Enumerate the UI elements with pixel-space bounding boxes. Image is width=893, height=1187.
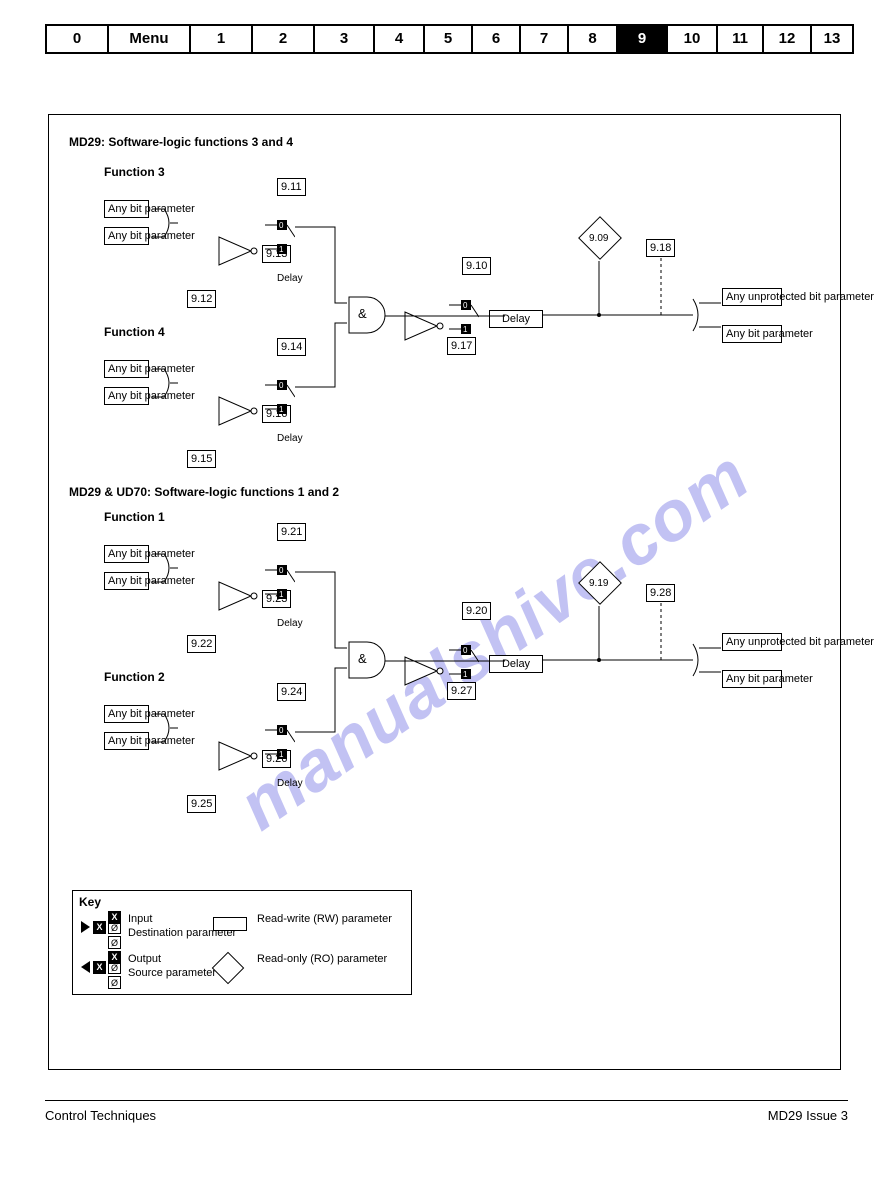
svg-text:0: 0 bbox=[279, 726, 284, 735]
footer-right: MD29 Issue 3 bbox=[768, 1108, 848, 1123]
f4-src: 9.15 bbox=[187, 450, 216, 468]
o12-out-arc-icon bbox=[543, 600, 723, 690]
wire-and12-out bbox=[385, 658, 505, 664]
tab-0[interactable]: 0 bbox=[47, 26, 109, 52]
o12-anyun: Any unprotected bit parameter bbox=[722, 633, 782, 651]
svg-text:1: 1 bbox=[463, 670, 468, 679]
f3-title: Function 3 bbox=[104, 165, 165, 179]
f1-title: Function 1 bbox=[104, 510, 165, 524]
legend-title: Key bbox=[79, 895, 101, 909]
f3-src: 9.12 bbox=[187, 290, 216, 308]
f2-any1: Any bit parameter bbox=[104, 705, 149, 723]
legend: Key X Ø Input Destination parameter X Ø … bbox=[72, 890, 412, 995]
f2-inverter-icon bbox=[217, 740, 259, 774]
wires-34 bbox=[295, 223, 355, 401]
legend-output-arrow-icon bbox=[81, 961, 90, 973]
legend-input-arrow-icon bbox=[81, 921, 90, 933]
diagram-panel: manualshive.com MD29: Software-logic fun… bbox=[48, 114, 841, 1070]
f4-arc-icon bbox=[152, 363, 178, 409]
tab-2[interactable]: 2 bbox=[253, 26, 315, 52]
legend-output-x2-icon: X bbox=[108, 951, 121, 964]
o12-delay: 9.20 bbox=[462, 602, 491, 620]
f4-title: Function 4 bbox=[104, 325, 165, 339]
o34-delay: 9.10 bbox=[462, 257, 491, 275]
wire-and34-out bbox=[385, 313, 505, 319]
svg-text:&: & bbox=[358, 651, 367, 666]
o34-anyun: Any unprotected bit parameter bbox=[722, 288, 782, 306]
legend-input-label: Input bbox=[128, 913, 152, 925]
f3-inverter-icon bbox=[217, 235, 259, 269]
tab-8[interactable]: 8 bbox=[569, 26, 618, 52]
f1-src: 9.22 bbox=[187, 635, 216, 653]
o34-ro: 9.09 bbox=[589, 233, 608, 244]
svg-text:0: 0 bbox=[279, 221, 284, 230]
footer-left: Control Techniques bbox=[45, 1108, 156, 1123]
f2-any2: Any bit parameter bbox=[104, 732, 149, 750]
o34-any: Any bit parameter bbox=[722, 325, 782, 343]
legend-output-src: Source parameter bbox=[128, 967, 216, 979]
f1-any1: Any bit parameter bbox=[104, 545, 149, 563]
svg-text:1: 1 bbox=[279, 750, 284, 759]
tab-menu[interactable]: Menu bbox=[109, 26, 191, 52]
f3-arc-icon bbox=[152, 203, 178, 249]
f1-arc-icon bbox=[152, 548, 178, 594]
legend-input-o2-icon: Ø bbox=[108, 936, 121, 949]
svg-text:0: 0 bbox=[463, 301, 468, 310]
heading-b: MD29 & UD70: Software-logic functions 1 … bbox=[69, 485, 339, 499]
legend-rw-label: Read-write (RW) parameter bbox=[257, 913, 407, 925]
f4-any1: Any bit parameter bbox=[104, 360, 149, 378]
legend-output-label: Output bbox=[128, 953, 161, 965]
f2-delay-label: Delay bbox=[277, 778, 303, 789]
footer-rule bbox=[45, 1100, 848, 1101]
svg-text:1: 1 bbox=[279, 590, 284, 599]
o34-out-arc-icon bbox=[543, 255, 723, 345]
tab-3[interactable]: 3 bbox=[315, 26, 375, 52]
legend-rw-symbol bbox=[213, 917, 247, 931]
tab-1[interactable]: 1 bbox=[191, 26, 253, 52]
f3-any2: Any bit parameter bbox=[104, 227, 149, 245]
tab-13[interactable]: 13 bbox=[812, 26, 852, 52]
svg-text:0: 0 bbox=[279, 381, 284, 390]
f2-src: 9.25 bbox=[187, 795, 216, 813]
legend-ro-symbol-icon bbox=[211, 951, 245, 985]
wires-12 bbox=[295, 568, 355, 746]
tab-9-active[interactable]: 9 bbox=[618, 26, 668, 52]
tab-11[interactable]: 11 bbox=[718, 26, 764, 52]
f2-arc-icon bbox=[152, 708, 178, 754]
f1-delay: 9.21 bbox=[277, 523, 306, 541]
f1-switch-icon: 0 1 bbox=[265, 558, 295, 606]
o12-ro: 9.19 bbox=[589, 578, 608, 589]
f2-title: Function 2 bbox=[104, 670, 165, 684]
f1-any2: Any bit parameter bbox=[104, 572, 149, 590]
legend-input-x2-icon: X bbox=[108, 911, 121, 924]
heading-a: MD29: Software-logic functions 3 and 4 bbox=[69, 135, 293, 149]
legend-output-x-icon: X bbox=[93, 961, 106, 974]
legend-output-o2-icon: Ø bbox=[108, 976, 121, 989]
tab-10[interactable]: 10 bbox=[668, 26, 718, 52]
f3-delay: 9.11 bbox=[277, 178, 306, 196]
svg-text:0: 0 bbox=[463, 646, 468, 655]
svg-text:&: & bbox=[358, 306, 367, 321]
tab-7[interactable]: 7 bbox=[521, 26, 569, 52]
f4-switch-icon: 0 1 bbox=[265, 373, 295, 421]
tab-5[interactable]: 5 bbox=[425, 26, 473, 52]
f2-switch-icon: 0 1 bbox=[265, 718, 295, 766]
f4-inverter-icon bbox=[217, 395, 259, 429]
svg-text:1: 1 bbox=[279, 245, 284, 254]
tab-12[interactable]: 12 bbox=[764, 26, 812, 52]
f1-inverter-icon bbox=[217, 580, 259, 614]
tab-6[interactable]: 6 bbox=[473, 26, 521, 52]
legend-input-x-icon: X bbox=[93, 921, 106, 934]
f3-any1: Any bit parameter bbox=[104, 200, 149, 218]
svg-text:0: 0 bbox=[279, 566, 284, 575]
tab-4[interactable]: 4 bbox=[375, 26, 425, 52]
svg-text:1: 1 bbox=[463, 325, 468, 334]
svg-text:1: 1 bbox=[279, 405, 284, 414]
top-tab-bar: 0 Menu 1 2 3 4 5 6 7 8 9 10 11 12 13 bbox=[45, 24, 854, 54]
o12-any: Any bit parameter bbox=[722, 670, 782, 688]
f3-switch-icon: 0 1 bbox=[265, 213, 295, 261]
f4-delay-label: Delay bbox=[277, 433, 303, 444]
legend-ro-label: Read-only (RO) parameter bbox=[257, 953, 407, 965]
f4-any2: Any bit parameter bbox=[104, 387, 149, 405]
